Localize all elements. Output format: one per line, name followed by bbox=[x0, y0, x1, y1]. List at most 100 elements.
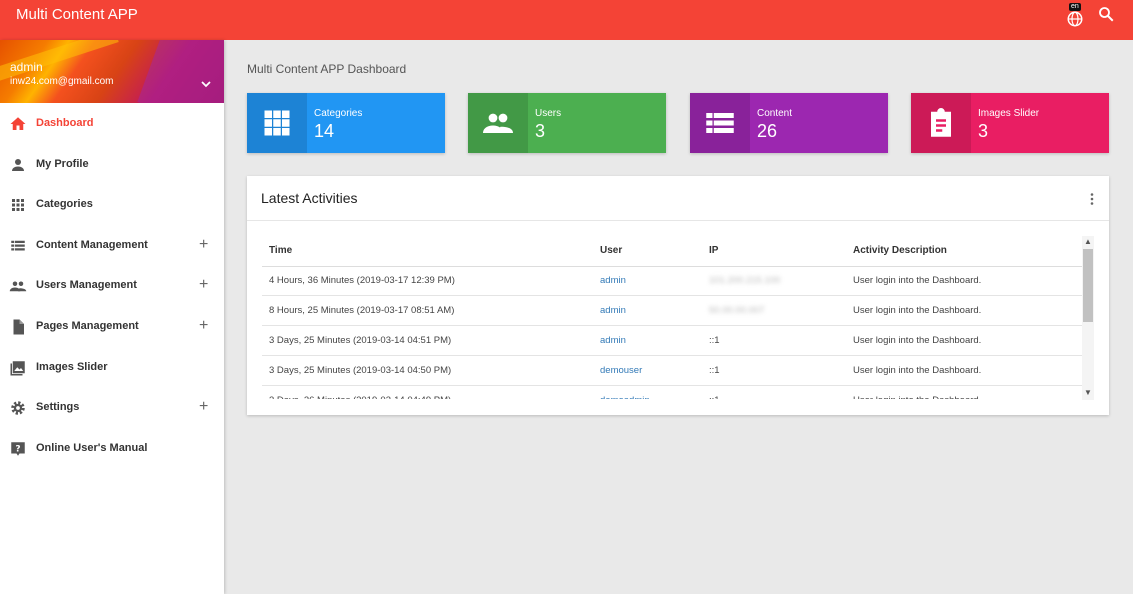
home-icon bbox=[10, 117, 26, 130]
user-link[interactable]: admin bbox=[600, 275, 626, 286]
sidebar-menu: Dashboard My Profile Categories Content … bbox=[0, 104, 224, 469]
column-header-description: Activity Description bbox=[846, 236, 1082, 267]
user-info: admin inw24.com@gmail.com bbox=[0, 40, 224, 103]
search-button[interactable] bbox=[1097, 5, 1117, 25]
grid-icon bbox=[264, 110, 290, 136]
expand-icon[interactable]: + bbox=[199, 397, 208, 417]
user-menu-toggle[interactable] bbox=[198, 76, 214, 92]
user-email: inw24.com@gmail.com bbox=[10, 76, 114, 87]
sidebar-item-label: Pages Management bbox=[36, 319, 139, 332]
cell-description: User login into the Dashboard. bbox=[846, 295, 1082, 327]
table-row: 4 Hours, 36 Minutes (2019-03-17 12:39 PM… bbox=[262, 266, 1082, 297]
sidebar-item-categories[interactable]: Categories bbox=[0, 185, 224, 226]
panel-title: Latest Activities bbox=[261, 190, 358, 206]
cell-time: 3 Days, 25 Minutes (2019-03-14 04:50 PM) bbox=[262, 355, 593, 386]
user-link[interactable]: demouser bbox=[600, 365, 642, 376]
column-header-user: User bbox=[593, 236, 702, 267]
table-header-row: Time User IP Activity Description bbox=[262, 236, 1082, 267]
people-icon bbox=[483, 113, 513, 133]
grid-icon bbox=[12, 199, 24, 212]
top-app-bar: Multi Content APP en bbox=[0, 0, 1133, 40]
people-icon bbox=[9, 281, 27, 292]
language-badge: en bbox=[1069, 3, 1081, 11]
table-row: 3 Days, 25 Minutes (2019-03-14 04:51 PM)… bbox=[262, 325, 1082, 356]
user-link[interactable]: admin bbox=[600, 305, 626, 316]
card-value: 26 bbox=[757, 121, 778, 141]
table-scrollbar[interactable]: ▲ ▼ bbox=[1082, 236, 1094, 400]
app-title: Multi Content APP bbox=[16, 6, 138, 23]
sidebar-item-label: Users Management bbox=[36, 279, 137, 292]
cell-time: 3 Days, 25 Minutes (2019-03-14 04:51 PM) bbox=[262, 325, 593, 356]
scroll-down-icon[interactable]: ▼ bbox=[1084, 389, 1092, 397]
sidebar-item-content-management[interactable]: Content Management + bbox=[0, 226, 224, 267]
cell-ip: ::1 bbox=[702, 385, 846, 399]
sidebar-item-images-slider[interactable]: Images Slider bbox=[0, 348, 224, 389]
card-label: Images Slider bbox=[978, 108, 1040, 119]
sidebar-item-my-profile[interactable]: My Profile bbox=[0, 145, 224, 186]
page-title: Multi Content APP Dashboard bbox=[247, 62, 407, 76]
help-icon: ? bbox=[11, 442, 25, 456]
more-vert-icon bbox=[1090, 193, 1094, 205]
card-value: 3 bbox=[535, 121, 546, 141]
clipboard-icon bbox=[931, 108, 951, 137]
expand-icon[interactable]: + bbox=[199, 275, 208, 295]
cell-description: User login into the Dashboard. bbox=[846, 385, 1082, 399]
chevron-down-icon bbox=[201, 81, 211, 88]
cell-ip: ::1 bbox=[702, 325, 846, 356]
image-icon bbox=[10, 360, 25, 376]
user-link[interactable]: demoadmin bbox=[600, 395, 650, 399]
column-header-time: Time bbox=[262, 236, 593, 267]
activities-table: Time User IP Activity Description 4 Hour… bbox=[262, 236, 1082, 399]
card-label: Content bbox=[757, 108, 793, 119]
scroll-up-icon[interactable]: ▲ bbox=[1084, 238, 1092, 246]
table-row: 8 Hours, 25 Minutes (2019-03-17 08:51 AM… bbox=[262, 295, 1082, 327]
sidebar-item-label: Dashboard bbox=[36, 117, 94, 129]
card-images-slider[interactable]: Images Slider 3 bbox=[911, 93, 1109, 153]
sidebar-item-label: Content Management bbox=[36, 238, 148, 251]
latest-activities-panel: Latest Activities Time User IP Activity … bbox=[247, 176, 1109, 415]
sidebar-item-settings[interactable]: Settings + bbox=[0, 388, 224, 429]
person-icon bbox=[12, 158, 24, 171]
card-label: Users bbox=[535, 108, 562, 119]
card-content[interactable]: Content 26 bbox=[690, 93, 888, 153]
list-icon bbox=[706, 113, 734, 133]
cell-ip: ::1 bbox=[702, 355, 846, 386]
cell-ip: 101.200.215.100 bbox=[702, 266, 846, 297]
cell-description: User login into the Dashboard. bbox=[846, 355, 1082, 386]
user-link[interactable]: admin bbox=[600, 335, 626, 346]
cell-time: 8 Hours, 25 Minutes (2019-03-17 08:51 AM… bbox=[262, 295, 593, 327]
sidebar-item-online-users-manual[interactable]: ? Online User's Manual bbox=[0, 429, 224, 470]
table-row: 3 Days, 26 Minutes (2019-03-14 04:49 PM)… bbox=[262, 385, 1082, 399]
table-row: 3 Days, 25 Minutes (2019-03-14 04:50 PM)… bbox=[262, 355, 1082, 386]
sidebar-item-label: Online User's Manual bbox=[36, 441, 148, 454]
scroll-thumb[interactable] bbox=[1083, 249, 1093, 322]
svg-text:?: ? bbox=[15, 444, 20, 454]
sidebar-item-users-management[interactable]: Users Management + bbox=[0, 266, 224, 307]
card-value: 14 bbox=[314, 121, 335, 141]
card-categories[interactable]: Categories 14 bbox=[247, 93, 445, 153]
card-label: Categories bbox=[314, 108, 363, 119]
globe-icon bbox=[1067, 11, 1083, 27]
sidebar-item-label: Categories bbox=[36, 198, 93, 211]
sidebar-item-dashboard[interactable]: Dashboard bbox=[0, 104, 224, 145]
sidebar: admin inw24.com@gmail.com Dashboard My P… bbox=[0, 40, 224, 594]
column-header-ip: IP bbox=[702, 236, 846, 267]
card-users[interactable]: Users 3 bbox=[468, 93, 666, 153]
search-icon bbox=[1099, 7, 1114, 22]
sidebar-item-label: Images Slider bbox=[36, 360, 108, 373]
user-name: admin bbox=[10, 60, 43, 74]
panel-menu-button[interactable] bbox=[1087, 192, 1097, 206]
language-button[interactable]: en bbox=[1064, 3, 1086, 28]
cell-description: User login into the Dashboard. bbox=[846, 325, 1082, 356]
cell-time: 4 Hours, 36 Minutes (2019-03-17 12:39 PM… bbox=[262, 266, 593, 297]
expand-icon[interactable]: + bbox=[199, 235, 208, 255]
card-value: 3 bbox=[978, 121, 989, 141]
cell-description: User login into the Dashboard. bbox=[846, 266, 1082, 297]
divider bbox=[247, 220, 1109, 221]
sidebar-item-pages-management[interactable]: Pages Management + bbox=[0, 307, 224, 348]
expand-icon[interactable]: + bbox=[199, 316, 208, 336]
document-icon bbox=[13, 319, 24, 335]
sidebar-item-label: My Profile bbox=[36, 157, 89, 170]
list-icon bbox=[11, 240, 25, 251]
sidebar-item-label: Settings bbox=[36, 401, 80, 414]
